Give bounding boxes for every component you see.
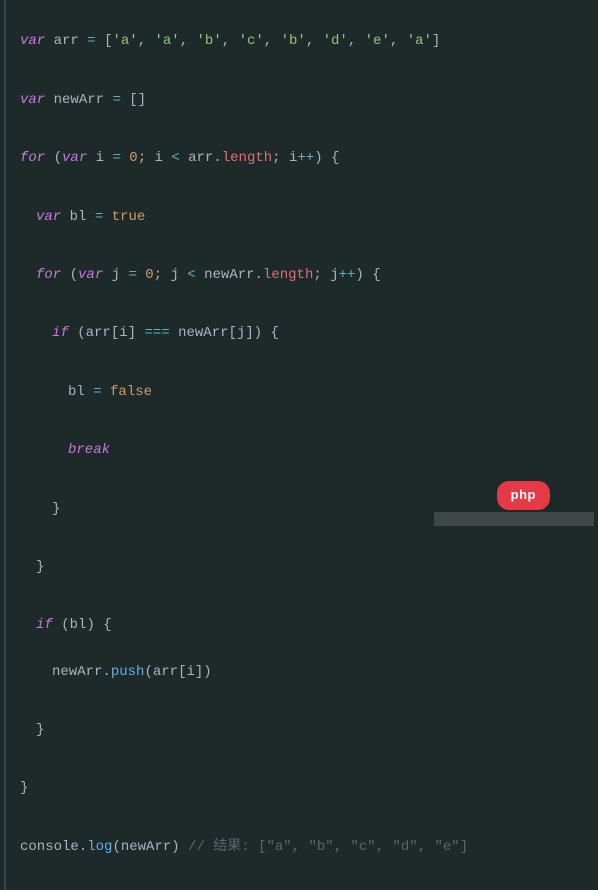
code-line: bl = false xyxy=(20,381,598,417)
code-line: newArr.push(arr[i]) xyxy=(20,661,598,697)
code-line: for (var j = 0; j < newArr.length; j++) … xyxy=(20,264,598,300)
logo-text: php xyxy=(511,487,536,502)
code-line: var newArr = [] xyxy=(20,89,598,125)
code-line: } xyxy=(20,556,598,592)
watermark-band xyxy=(434,512,594,526)
php-logo-badge: php xyxy=(497,481,550,510)
code-line: if (arr[i] === newArr[j]) { xyxy=(20,322,598,358)
code-line: var bl = true xyxy=(20,206,598,242)
code-line: } xyxy=(20,719,598,755)
code-line: var arr = ['a', 'a', 'b', 'c', 'b', 'd',… xyxy=(20,30,598,66)
code-line: if (bl) { xyxy=(20,614,598,638)
code-editor: var arr = ['a', 'a', 'b', 'c', 'b', 'd',… xyxy=(4,0,598,890)
code-line: console.log(newArr) // 结果: ["a", "b", "c… xyxy=(20,836,598,860)
code-line: break xyxy=(20,439,598,475)
code-line: for (var i = 0; i < arr.length; i++) { xyxy=(20,147,598,183)
code-line: } xyxy=(20,777,598,813)
